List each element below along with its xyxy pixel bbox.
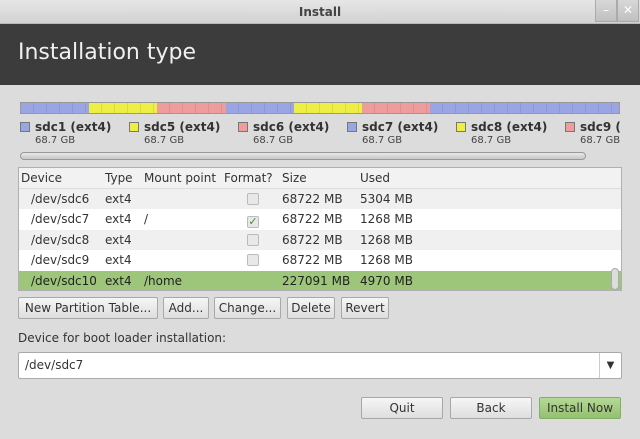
legend-swatch [347,122,357,132]
column-header[interactable]: Format? [224,168,282,188]
table-header: Device Type Mount point Format? Size Used [19,168,621,189]
legend-scrollbar[interactable] [20,152,586,160]
table-row[interactable]: /dev/sdc9 ext4 68722 MB 1268 MB [19,250,621,271]
legend-name: sdc6 (ext4) [253,120,330,134]
size-cell: 227091 MB [282,273,351,288]
partition-segment [430,103,619,113]
legend-size: 68.7 GB [580,135,620,146]
used-cell: 1268 MB [360,253,413,267]
column-header[interactable]: Used [360,168,440,188]
partition-segment [225,103,294,113]
table-row[interactable]: /dev/sdc7 ext4 / ✓ 68722 MB 1268 MB [19,209,621,230]
mount-cell [144,189,224,210]
legend-item: sdc1 (ext4) 68.7 GB [20,120,129,146]
used-cell: 5304 MB [360,191,413,206]
legend-size: 68.7 GB [362,135,403,146]
partition-segment [89,103,158,113]
delete-partition-button[interactable]: Delete [287,297,335,319]
legend-swatch [129,122,139,132]
legend-item: sdc7 (ext4) 68.7 GB [347,120,456,146]
format-checkbox[interactable]: ✓ [247,216,259,228]
used-cell: 4970 MB [360,273,413,288]
bootloader-device-select[interactable]: /dev/sdc7 ▼ [18,352,622,379]
page-header: Installation type [0,24,640,85]
size-cell: 68722 MB [282,232,343,247]
size-cell: 68722 MB [282,253,343,267]
table-row[interactable]: /dev/sdc6 ext4 68722 MB 5304 MB [19,188,621,210]
mount-cell: / [144,212,149,226]
legend-item: sdc9 (ext4)68.7 GB [565,120,620,146]
legend-swatch [456,122,466,132]
table-row[interactable]: /dev/sdc10 ext4/home 227091 MB 4970 MB [19,270,621,290]
size-cell: 68722 MB [282,212,343,226]
page-title: Installation type [18,40,196,65]
legend-size: 68.7 GB [144,135,185,146]
title-bar: Install [0,0,640,24]
legend-item: sdc8 (ext4) 68.7 GB [456,120,565,146]
back-button[interactable]: Back [450,397,532,419]
legend-size: 68.7 GB [253,135,294,146]
bootloader-label: Device for boot loader installation: [18,331,227,345]
legend-name: sdc7 (ext4) [362,120,439,134]
mount-cell: /home [144,273,183,288]
mount-cell [144,250,224,271]
chevron-down-icon: ▼ [599,353,621,378]
mount-cell [144,230,224,251]
table-scrollbar[interactable] [611,268,619,290]
used-cell: 1268 MB [360,212,413,226]
size-cell: 68722 MB [282,191,343,206]
legend-name: sdc9 (ext4) [580,120,620,134]
legend-size: 68.7 GB [35,135,76,146]
partition-legend: sdc1 (ext4) 68.7 GB sdc5 (ext4) 68.7 GB sdc6… [20,120,620,150]
partition-segment [21,103,90,113]
legend-item: sdc6 (ext4) 68.7 GB [238,120,347,146]
legend-name: sdc5 (ext4) [144,120,221,134]
window-title: Install [298,5,342,19]
legend-swatch [238,122,248,132]
column-header[interactable]: Type [105,168,144,188]
format-checkbox[interactable] [247,254,259,266]
partition-bar [20,102,620,114]
type-cell: ext4 [105,253,132,267]
revert-button[interactable]: Revert [341,297,389,319]
legend-name: sdc1 (ext4) [35,120,112,134]
install-now-button[interactable]: Install Now [539,397,621,419]
partition-segment [362,103,431,113]
partition-segment [293,103,363,113]
change-partition-button[interactable]: Change... [214,297,281,319]
column-header[interactable]: Device [19,168,105,188]
legend-item: sdc5 (ext4) 68.7 GB [129,120,238,146]
minimize-icon[interactable]: – [595,0,617,22]
legend-name: sdc8 (ext4) [471,120,548,134]
table-row[interactable]: /dev/sdc8 ext4 68722 MB 1268 MB [19,229,621,251]
device-cell: /dev/sdc10 [31,273,97,288]
format-checkbox[interactable] [247,192,259,205]
type-cell: ext4 [105,212,132,226]
used-cell: 1268 MB [360,232,413,247]
new-partition-table-button[interactable]: New Partition Table... [18,297,158,319]
type-cell: ext4 [105,191,132,206]
close-icon[interactable]: ✕ [617,0,639,22]
type-cell: ext4 [105,273,132,288]
device-cell: /dev/sdc8 [31,232,90,247]
quit-button[interactable]: Quit [361,397,443,419]
bootloader-device-value: /dev/sdc7 [25,358,84,372]
legend-swatch [565,122,575,132]
legend-size: 68.7 GB [471,135,512,146]
device-cell: /dev/sdc9 [31,253,90,267]
device-cell: /dev/sdc6 [31,191,90,206]
add-partition-button[interactable]: Add... [163,297,209,319]
column-header[interactable]: Mount point [144,168,224,188]
device-cell: /dev/sdc7 [31,212,90,226]
column-header[interactable]: Size [282,168,360,188]
partition-segment [157,103,226,113]
format-checkbox[interactable] [247,274,259,287]
partition-table: Device Type Mount point Format? Size Used /de… [18,167,622,291]
format-checkbox[interactable] [247,233,259,246]
type-cell: ext4 [105,232,132,247]
legend-swatch [20,122,30,132]
